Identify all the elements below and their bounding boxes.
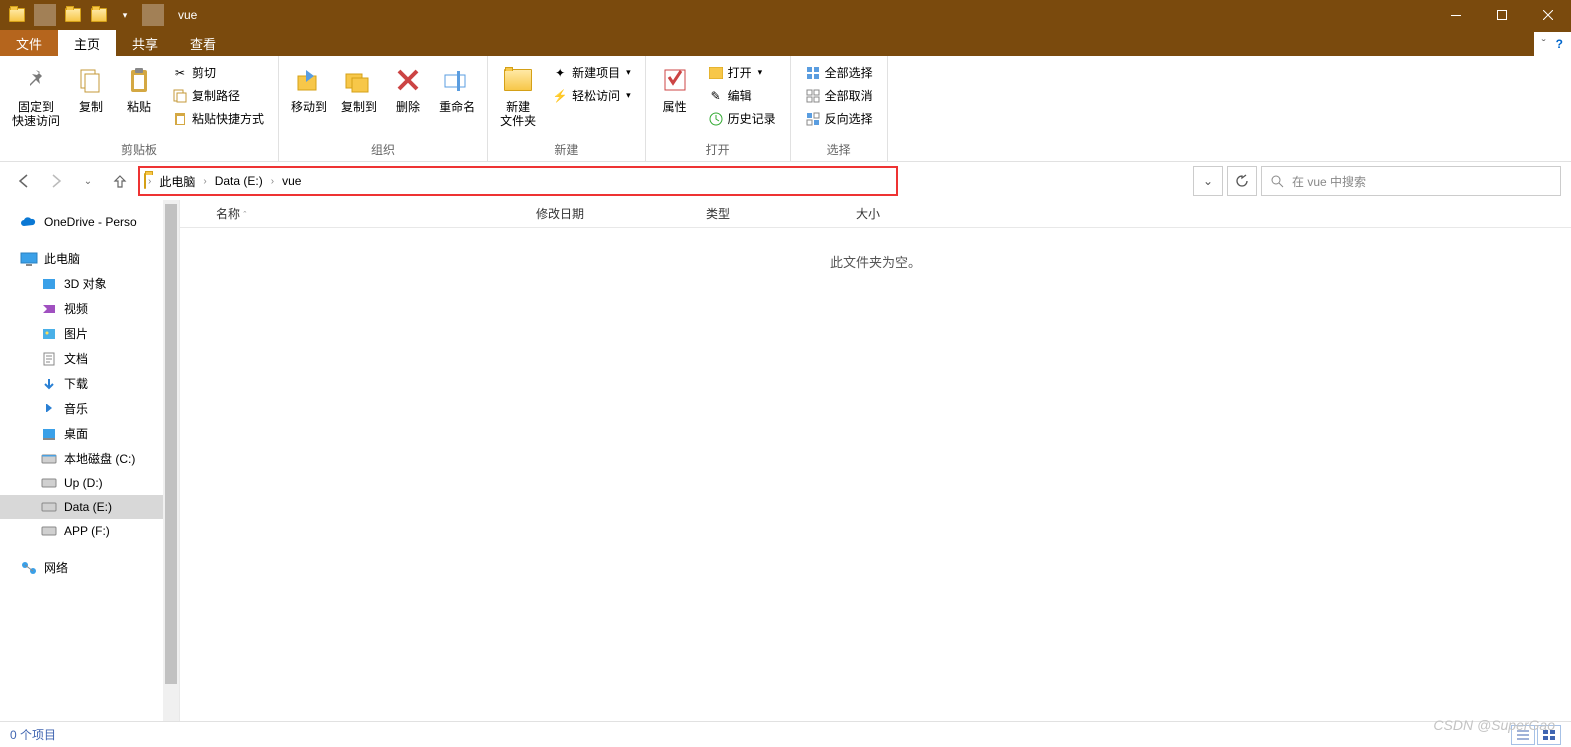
ribbon-tabs: 文件 主页 共享 查看 ˇ ?: [0, 30, 1571, 56]
drive-icon: [40, 401, 58, 417]
address-row: ⌄ › 此电脑 › Data (E:) › vue ⌄ 在 vue 中搜索: [0, 162, 1571, 200]
moveto-button[interactable]: 移动到: [285, 60, 333, 118]
crumb-pc[interactable]: 此电脑: [153, 168, 201, 194]
drive-icon: [40, 326, 58, 342]
tab-file[interactable]: 文件: [0, 30, 58, 56]
tab-view[interactable]: 查看: [174, 30, 232, 56]
paste-button[interactable]: 粘贴: [116, 60, 162, 118]
qat-dropdown-icon[interactable]: ▾: [114, 4, 136, 26]
easyaccess-button[interactable]: ⚡轻松访问▾: [548, 85, 635, 106]
open-button[interactable]: 打开▾: [704, 62, 780, 83]
group-organize: 组织: [371, 138, 395, 161]
history-button[interactable]: 历史记录: [704, 108, 780, 129]
group-clipboard: 剪贴板: [121, 138, 157, 161]
nav-item[interactable]: Up (D:): [0, 471, 179, 495]
titlebar: ▾ vue: [0, 0, 1571, 30]
column-headers: 名称 ˆ 修改日期 类型 大小: [180, 200, 1571, 228]
location-folder-icon: [144, 174, 146, 188]
minimize-button[interactable]: [1433, 0, 1479, 30]
rename-button[interactable]: 重命名: [433, 60, 481, 118]
pasteshortcut-button[interactable]: 粘贴快捷方式: [168, 108, 268, 129]
copy-button[interactable]: 复制: [68, 60, 114, 118]
chevron-right-icon[interactable]: ›: [203, 176, 206, 187]
empty-message: 此文件夹为空。: [180, 228, 1571, 295]
drive-icon: [40, 499, 58, 515]
watermark: CSDN @SuperGao: [1433, 717, 1555, 733]
tab-share[interactable]: 共享: [116, 30, 174, 56]
nav-item[interactable]: 音乐: [0, 396, 179, 421]
nav-item[interactable]: 视频: [0, 296, 179, 321]
content-area: 名称 ˆ 修改日期 类型 大小 此文件夹为空。: [180, 200, 1571, 721]
cut-button[interactable]: ✂剪切: [168, 62, 268, 83]
nav-item[interactable]: 图片: [0, 321, 179, 346]
col-modified[interactable]: 修改日期: [524, 205, 694, 222]
invert-button[interactable]: 反向选择: [801, 108, 877, 129]
app-icon: [62, 4, 84, 26]
nav-item[interactable]: Data (E:): [0, 495, 179, 519]
status-bar: 0 个项目: [0, 721, 1571, 747]
drive-icon: [40, 426, 58, 442]
col-size[interactable]: 大小: [844, 205, 944, 222]
forward-button[interactable]: [42, 167, 70, 195]
copypath-button[interactable]: 复制路径: [168, 85, 268, 106]
search-icon: [1270, 174, 1284, 188]
up-button[interactable]: [106, 167, 134, 195]
drive-icon: [40, 376, 58, 392]
quickbar-folder-icon[interactable]: [88, 4, 110, 26]
maximize-button[interactable]: [1479, 0, 1525, 30]
drive-icon: [40, 523, 58, 539]
nav-pc[interactable]: 此电脑: [0, 246, 179, 271]
newitem-button[interactable]: ✦新建项目▾: [548, 62, 635, 83]
address-dropdown[interactable]: ⌄: [1193, 166, 1223, 196]
nav-item[interactable]: 桌面: [0, 421, 179, 446]
selectnone-button[interactable]: 全部取消: [801, 85, 877, 106]
close-button[interactable]: [1525, 0, 1571, 30]
chevron-right-icon[interactable]: ›: [271, 176, 274, 187]
drive-icon: [40, 276, 58, 292]
selectall-button[interactable]: 全部选择: [801, 62, 877, 83]
address-bar[interactable]: › 此电脑 › Data (E:) › vue: [138, 166, 898, 196]
nav-item[interactable]: 下载: [0, 371, 179, 396]
nav-item[interactable]: 本地磁盘 (C:): [0, 446, 179, 471]
drive-icon: [40, 451, 58, 467]
ribbon: 固定到 快速访问 复制 粘贴 ✂剪切 复制路径 粘贴快捷方式 剪贴板 移动到: [0, 56, 1571, 162]
refresh-button[interactable]: [1227, 166, 1257, 196]
chevron-right-icon[interactable]: ›: [148, 176, 151, 187]
drive-icon: [40, 475, 58, 491]
crumb-folder[interactable]: vue: [276, 168, 307, 194]
nav-scrollbar[interactable]: [163, 200, 179, 721]
nav-item[interactable]: 文档: [0, 346, 179, 371]
navigation-pane: OneDrive - Perso 此电脑 3D 对象视频图片文档下载音乐桌面本地…: [0, 200, 180, 721]
window-title: vue: [172, 8, 197, 22]
nav-network[interactable]: 网络: [0, 555, 179, 580]
folder-icon: [6, 4, 28, 26]
recent-dropdown[interactable]: ⌄: [74, 167, 102, 195]
pin-button[interactable]: 固定到 快速访问: [6, 60, 66, 132]
group-new: 新建: [554, 138, 578, 161]
crumb-drive[interactable]: Data (E:): [209, 168, 269, 194]
edit-button[interactable]: ✎编辑: [704, 85, 780, 106]
nav-onedrive[interactable]: OneDrive - Perso: [0, 210, 179, 234]
collapse-ribbon-icon[interactable]: ˇ: [1542, 37, 1546, 51]
status-text: 0 个项目: [10, 726, 56, 743]
col-name[interactable]: 名称 ˆ: [204, 205, 524, 222]
back-button[interactable]: [10, 167, 38, 195]
nav-item[interactable]: APP (F:): [0, 519, 179, 543]
nav-item[interactable]: 3D 对象: [0, 271, 179, 296]
group-select: 选择: [827, 138, 851, 161]
drive-icon: [40, 301, 58, 317]
properties-button[interactable]: 属性: [652, 60, 698, 118]
delete-button[interactable]: 删除: [385, 60, 431, 118]
col-type[interactable]: 类型: [694, 205, 844, 222]
newfolder-button[interactable]: 新建 文件夹: [494, 60, 542, 132]
search-input[interactable]: 在 vue 中搜索: [1261, 166, 1561, 196]
drive-icon: [40, 351, 58, 367]
help-icon[interactable]: ?: [1556, 37, 1563, 51]
copyto-button[interactable]: 复制到: [335, 60, 383, 118]
group-open: 打开: [706, 138, 730, 161]
tab-home[interactable]: 主页: [58, 30, 116, 56]
